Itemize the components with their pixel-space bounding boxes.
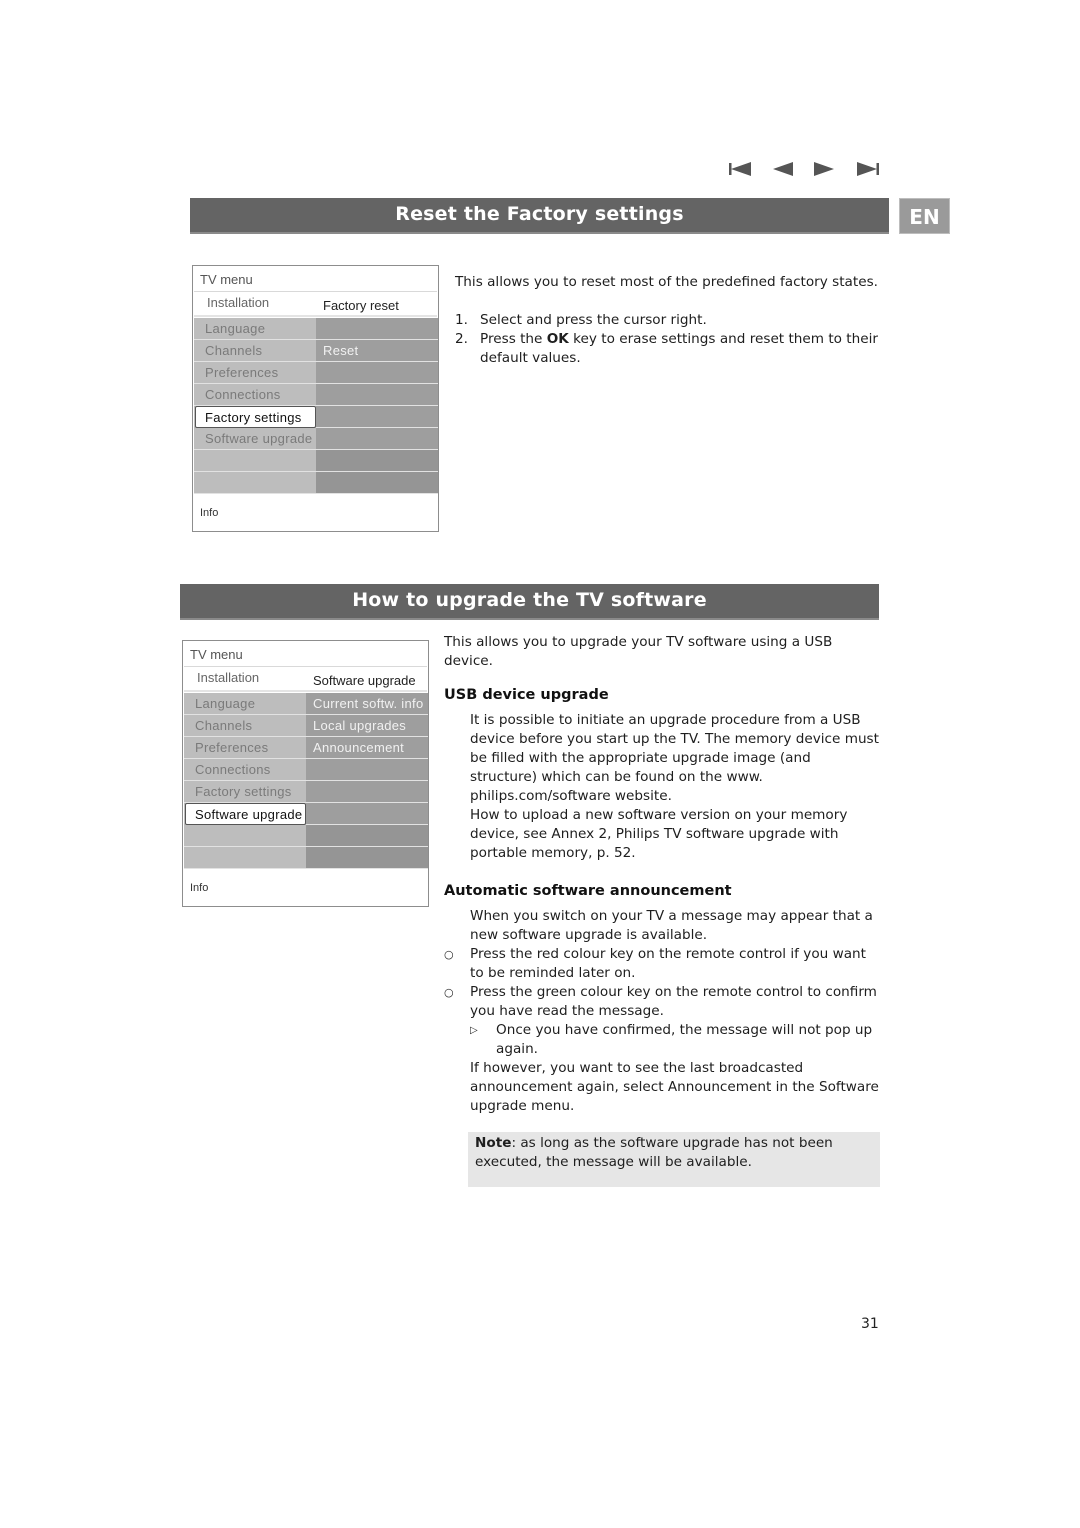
note-label: Note <box>475 1135 512 1151</box>
ok-key: OK <box>546 331 569 347</box>
sub-bullet-confirmed: ▷ Once you have confirmed, the message w… <box>470 1022 873 1057</box>
bullet-green-key: ○ Press the green colour key on the remo… <box>444 984 877 1019</box>
usb-upgrade-heading: USB device upgrade <box>444 687 609 703</box>
divider <box>184 666 427 667</box>
page-number: 31 <box>861 1316 879 1332</box>
section1-body: This allows you to reset most of the pre… <box>455 273 885 368</box>
section1-intro: This allows you to reset most of the pre… <box>455 274 878 290</box>
menu-right-column: Current softw. info Local upgrades Annou… <box>306 693 428 869</box>
menu-item-empty <box>184 825 306 847</box>
menu-item-software-upgrade[interactable]: Software upgrade <box>185 803 306 825</box>
submenu-item-current-software-info[interactable]: Current softw. info <box>306 693 428 715</box>
menu-right-column: Reset <box>316 318 438 494</box>
menu-item-channels[interactable]: Channels <box>194 340 316 362</box>
menu-info: Info <box>200 507 219 519</box>
menu-item-empty <box>184 847 306 869</box>
submenu-item-empty <box>316 362 438 384</box>
first-page-icon[interactable] <box>729 161 751 177</box>
usb-upgrade-body: It is possible to initiate an upgrade pr… <box>444 711 880 863</box>
note-text: : as long as the software upgrade has no… <box>475 1135 833 1170</box>
language-tab: EN <box>899 198 950 234</box>
bullet-circle-icon: ○ <box>444 986 454 999</box>
next-page-icon[interactable] <box>814 161 834 177</box>
tv-menu-software-upgrade: TV menu Installation Software upgrade La… <box>182 640 429 907</box>
menu-item-language[interactable]: Language <box>184 693 306 715</box>
menu-item-factory-settings[interactable]: Factory settings <box>184 781 306 803</box>
menu-item-empty <box>194 472 316 494</box>
menu-crumb: Installation <box>197 670 260 685</box>
usb-paragraph-1: It is possible to initiate an upgrade pr… <box>470 712 879 804</box>
bullet-red-key: ○ Press the red colour key on the remote… <box>444 946 866 981</box>
step-1: 1. Select and press the cursor right. <box>455 311 885 330</box>
step-2: 2. Press the OK key to erase settings an… <box>455 330 885 368</box>
submenu-item-empty <box>316 450 438 472</box>
submenu-item-empty <box>316 472 438 494</box>
menu-item-connections[interactable]: Connections <box>194 384 316 406</box>
menu-crumb: Installation <box>207 295 270 310</box>
page-navigation <box>726 161 886 181</box>
menu-item-factory-settings[interactable]: Factory settings <box>195 406 316 428</box>
previous-page-icon[interactable] <box>773 161 793 177</box>
menu-left-column: Language Channels Preferences Connection… <box>184 693 306 869</box>
menu-title: TV menu <box>200 272 253 287</box>
menu-item-preferences[interactable]: Preferences <box>194 362 316 384</box>
divider <box>184 690 427 692</box>
tv-menu-factory-settings: TV menu Installation Factory reset Langu… <box>192 265 439 532</box>
menu-item-connections[interactable]: Connections <box>184 759 306 781</box>
step-number: 1. <box>455 312 468 328</box>
step-text-pre: Press the <box>480 331 547 347</box>
menu-item-empty <box>194 450 316 472</box>
section-title-reset-factory-settings: Reset the Factory settings <box>190 198 889 234</box>
submenu-item-empty <box>306 803 428 825</box>
auto-paragraph-1: When you switch on your TV a message may… <box>470 908 873 943</box>
submenu-item-empty <box>306 825 428 847</box>
submenu-item-empty <box>306 759 428 781</box>
section-title-upgrade-tv-software: How to upgrade the TV software <box>180 584 879 620</box>
menu-title: TV menu <box>190 647 243 662</box>
triangle-bullet-icon: ▷ <box>470 1025 478 1036</box>
step-number: 2. <box>455 331 468 347</box>
menu-item-preferences[interactable]: Preferences <box>184 737 306 759</box>
note-box: Note: as long as the software upgrade ha… <box>468 1132 880 1187</box>
submenu-item-empty <box>306 847 428 869</box>
divider <box>194 315 437 317</box>
submenu-item-announcement[interactable]: Announcement <box>306 737 428 759</box>
usb-paragraph-2: How to upload a new software version on … <box>470 807 848 861</box>
submenu-item-empty <box>316 318 438 340</box>
menu-item-language[interactable]: Language <box>194 318 316 340</box>
auto-announcement-heading: Automatic software announcement <box>444 883 732 899</box>
submenu-item-empty <box>316 428 438 450</box>
submenu-item-reset[interactable]: Reset <box>316 340 438 362</box>
divider <box>194 291 437 292</box>
submenu-title: Software upgrade <box>313 673 416 688</box>
bullet-circle-icon: ○ <box>444 948 454 961</box>
submenu-item-empty <box>306 781 428 803</box>
last-page-icon[interactable] <box>857 161 879 177</box>
submenu-title: Factory reset <box>323 298 399 313</box>
menu-info: Info <box>190 882 209 894</box>
menu-item-software-upgrade[interactable]: Software upgrade <box>194 428 316 450</box>
submenu-item-empty <box>316 384 438 406</box>
auto-announcement-body: When you switch on your TV a message may… <box>444 907 880 1116</box>
menu-left-column: Language Channels Preferences Connection… <box>194 318 316 494</box>
auto-paragraph-2: If however, you want to see the last bro… <box>470 1060 879 1114</box>
step-text: Select and press the cursor right. <box>480 312 707 328</box>
section2-intro: This allows you to upgrade your TV softw… <box>444 634 833 669</box>
submenu-item-local-upgrades[interactable]: Local upgrades <box>306 715 428 737</box>
submenu-item-empty <box>316 406 438 428</box>
menu-item-channels[interactable]: Channels <box>184 715 306 737</box>
